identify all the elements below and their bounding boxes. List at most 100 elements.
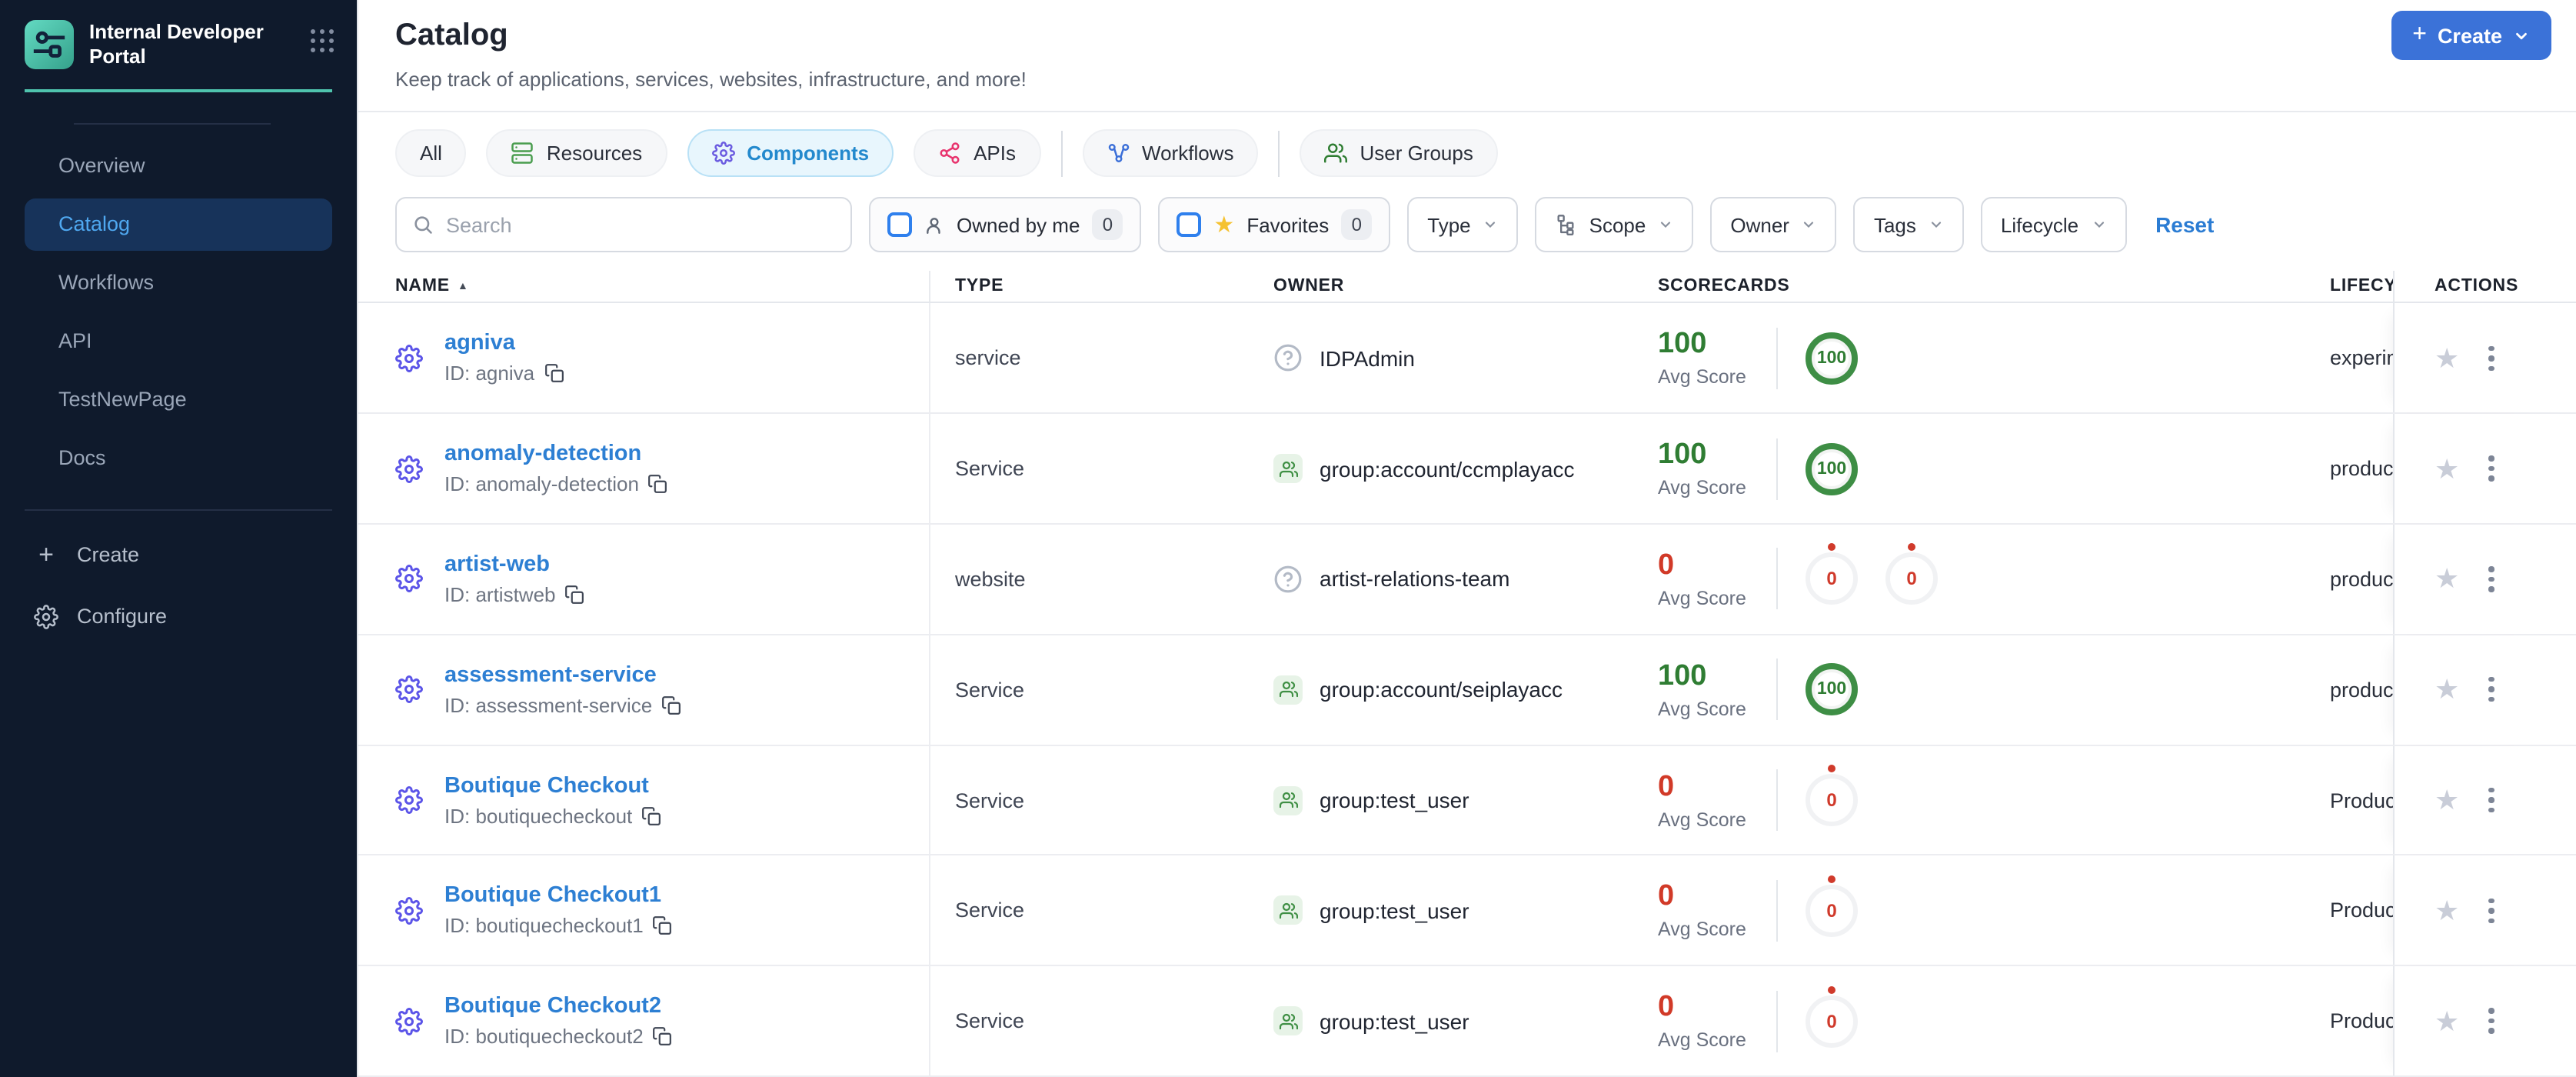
column-header-type[interactable]: TYPE [930,277,1273,295]
kebab-menu-icon[interactable] [2484,893,2498,928]
lifecycle-dropdown[interactable]: Lifecycle [1980,197,2127,252]
kebab-menu-icon[interactable] [2484,452,2498,486]
favorite-star-icon[interactable]: ★ [2435,345,2459,372]
column-header-owner[interactable]: OWNER [1273,277,1658,295]
sidebar-create-button[interactable]: + Create [25,532,332,578]
score-divider [1776,548,1778,610]
tab-resources[interactable]: Resources [486,129,667,177]
owned-by-me-checkbox[interactable] [887,212,912,237]
favorites-count: 0 [1341,209,1373,240]
favorite-star-icon[interactable]: ★ [2435,786,2459,814]
favorites-checkbox[interactable] [1177,212,1202,237]
entity-tabs: All Resources Components APIs Workflows [358,112,2576,177]
favorite-star-icon[interactable]: ★ [2435,675,2459,703]
entity-id: ID: artistweb [444,583,585,606]
column-header-name[interactable]: NAME ▲ [395,271,930,302]
copy-icon[interactable] [653,1026,673,1046]
scorecard-ring[interactable]: 0 [1806,884,1858,937]
scorecard-ring[interactable]: 100 [1806,442,1858,495]
scorecard-ring[interactable]: 100 [1806,332,1858,385]
sidebar-item-testnewpage[interactable]: TestNewPage [25,373,332,425]
entity-name-link[interactable]: Boutique Checkout1 [444,884,673,909]
scorecard-ring[interactable]: 0 [1885,552,1938,605]
tags-dropdown[interactable]: Tags [1853,197,1964,252]
scorecard-ring[interactable]: 0 [1806,552,1858,605]
avg-score-label: Avg Score [1658,698,1746,720]
owner-dropdown[interactable]: Owner [1710,197,1837,252]
sidebar-item-workflows[interactable]: Workflows [25,256,332,308]
score-divider [1776,879,1778,942]
copy-icon[interactable] [565,585,585,605]
page-header: Catalog Keep track of applications, serv… [358,0,2576,111]
entity-id: ID: boutiquecheckout1 [444,915,673,938]
create-button[interactable]: + Create [2391,11,2551,60]
component-gear-icon [395,1007,423,1035]
entity-name-link[interactable]: assessment-service [444,662,681,687]
entity-name-link[interactable]: anomaly-detection [444,442,668,466]
table-row[interactable]: anomaly-detection ID: anomaly-detection … [358,414,2576,525]
table-row[interactable]: Boutique Checkout1 ID: boutiquecheckout1… [358,855,2576,967]
search-input[interactable] [446,213,835,236]
tab-all[interactable]: All [395,129,467,177]
type-dropdown[interactable]: Type [1407,197,1519,252]
sidebar-item-api[interactable]: API [25,315,332,367]
scorecard-ring[interactable]: 100 [1806,663,1858,716]
table-row[interactable]: artist-web ID: artistweb website artist-… [358,525,2576,635]
copy-icon[interactable] [641,805,661,825]
entity-name-link[interactable]: Boutique Checkout [444,773,661,798]
avg-score-block: 0 Avg Score [1658,881,1776,941]
scorecard-ring[interactable]: 0 [1806,774,1858,826]
component-gear-icon [395,786,423,814]
copy-icon[interactable] [544,364,564,384]
favorites-filter[interactable]: ★ Favorites 0 [1158,197,1391,252]
kebab-menu-icon[interactable] [2484,562,2498,596]
kebab-menu-icon[interactable] [2484,341,2498,375]
tab-user-groups[interactable]: User Groups [1300,129,1498,177]
tab-workflows[interactable]: Workflows [1082,129,1259,177]
column-header-scorecards[interactable]: SCORECARDS [1658,277,2330,295]
user-icon [927,217,940,233]
favorite-star-icon[interactable]: ★ [2435,565,2459,593]
entity-name-link[interactable]: artist-web [444,552,585,577]
sidebar-configure-button[interactable]: Configure [25,593,332,639]
plus-icon: + [2412,22,2427,48]
entity-name-link[interactable]: agniva [444,332,564,356]
sidebar-item-catalog[interactable]: Catalog [25,198,332,250]
table-row[interactable]: Boutique Checkout ID: boutiquecheckout S… [358,745,2576,856]
kebab-menu-icon[interactable] [2484,1004,2498,1039]
kebab-menu-icon[interactable] [2484,783,2498,818]
table-row[interactable]: assessment-service ID: assessment-servic… [358,635,2576,746]
entity-name-link[interactable]: Boutique Checkout2 [444,994,673,1019]
star-icon: ★ [1213,212,1235,238]
app-grid-icon[interactable] [311,29,335,54]
nav-divider [74,122,271,124]
sidebar-actions: + Create Configure [0,510,357,661]
actions-cell: ★ [2393,414,2553,524]
gear-icon [34,604,58,629]
table-row[interactable]: Boutique Checkout2 ID: boutiquecheckout2… [358,966,2576,1077]
name-cell: artist-web ID: artistweb [395,525,930,634]
owned-by-me-filter[interactable]: Owned by me 0 [869,197,1142,252]
table-row[interactable]: agniva ID: agniva service IDPAdmin 100 A… [358,303,2576,415]
scope-dropdown[interactable]: Scope [1535,197,1694,252]
avg-score-value: 100 [1658,438,1707,472]
owner-group-icon [1273,1006,1303,1036]
kebab-menu-icon[interactable] [2484,672,2498,707]
copy-icon[interactable] [648,474,668,494]
favorite-star-icon[interactable]: ★ [2435,897,2459,925]
owner-group-icon [1273,785,1303,815]
tab-components[interactable]: Components [687,129,894,177]
scorecard-ring[interactable]: 0 [1806,995,1858,1048]
column-header-lifecycle[interactable]: LIFECYCLE [2330,277,2393,295]
sidebar-item-overview[interactable]: Overview [25,139,332,192]
favorite-star-icon[interactable]: ★ [2435,1007,2459,1035]
favorite-star-icon[interactable]: ★ [2435,455,2459,482]
copy-icon[interactable] [653,916,673,936]
sidebar-item-docs[interactable]: Docs [25,432,332,484]
name-cell: Boutique Checkout2 ID: boutiquecheckout2 [395,966,930,1075]
tab-apis[interactable]: APIs [914,129,1041,177]
copy-icon[interactable] [661,695,681,715]
reset-filters-link[interactable]: Reset [2155,212,2214,237]
avg-score-value: 0 [1658,991,1675,1024]
scorecards-cell: 0 Avg Score 0 [1658,769,2330,831]
